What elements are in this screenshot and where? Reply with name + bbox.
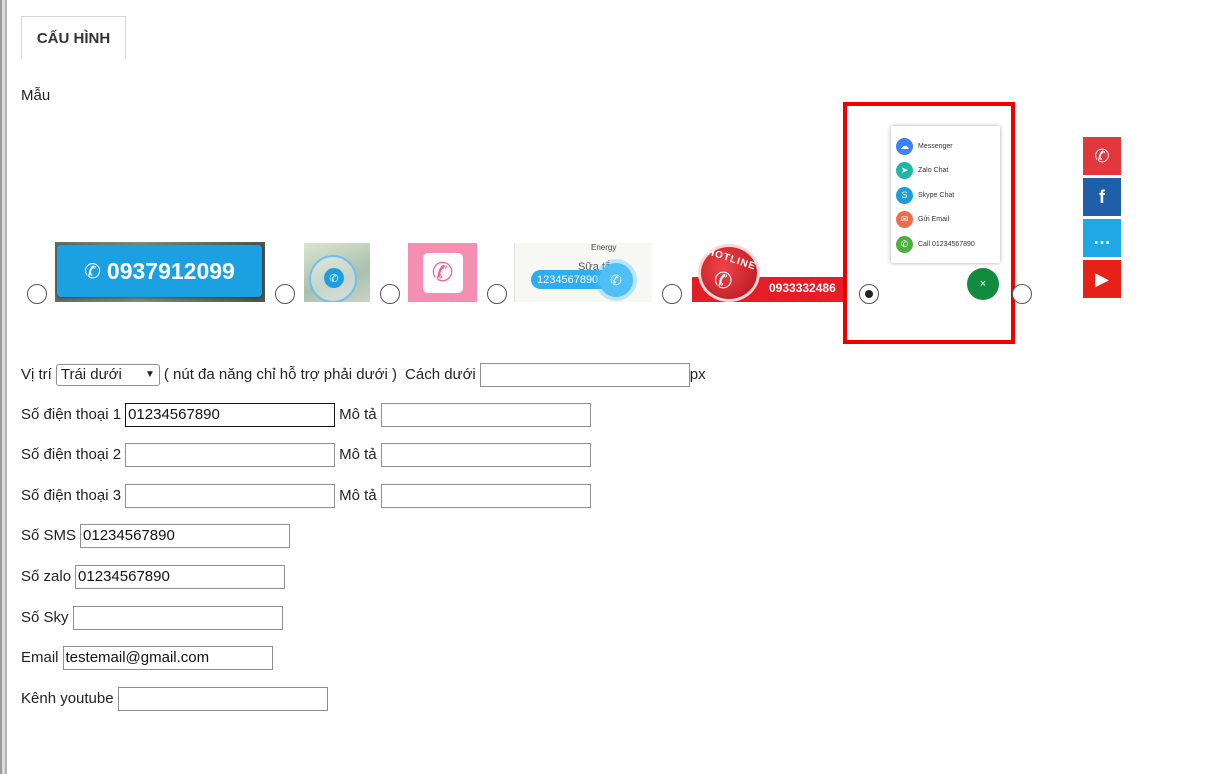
menu-label: Call 01234567890 (918, 240, 975, 248)
desc2-input[interactable] (380, 442, 591, 467)
phone2-label: Số điện thoại 2 (21, 446, 122, 463)
desc1-input[interactable] (380, 402, 591, 427)
hotline-number: 0933332486 (769, 281, 836, 295)
youtube-label: Kênh youtube (21, 690, 114, 707)
bottom-offset-unit: px (689, 366, 706, 383)
phone-icon: ✆ (714, 268, 733, 293)
template-1-phone: 0937912099 (106, 257, 235, 284)
phone2-row: Số điện thoại 2 Mô tả (21, 442, 591, 467)
phone3-input[interactable] (125, 483, 336, 508)
zalo-row: Số zalo (21, 564, 286, 589)
youtube-icon: ▶ (1083, 260, 1121, 298)
template-preview-7: ✆ f … ▶ (1083, 137, 1121, 301)
position-label: Vị trí (21, 366, 52, 383)
tab-config[interactable]: CẤU HÌNH (21, 16, 126, 59)
send-icon: ➤ (896, 161, 913, 179)
menu-label: Messenger (918, 142, 953, 150)
chat-bubble-icon: … (1083, 219, 1121, 257)
phone-ringing-icon: ✆ (84, 260, 101, 283)
position-note: ( nút đa năng chỉ hỗ trợ phải dưới ) (163, 366, 398, 383)
menu-item-zalo: ➤ Zalo Chat (896, 160, 948, 180)
desc2-label: Mô tả (339, 446, 377, 463)
phone2-input[interactable] (125, 442, 336, 467)
phone1-row: Số điện thoại 1 Mô tả (21, 402, 591, 427)
template-radio-7[interactable] (1012, 284, 1032, 304)
phone3-label: Số điện thoại 3 (21, 487, 122, 504)
close-icon: × (967, 268, 999, 300)
desc3-input[interactable] (380, 483, 591, 508)
call-button-preview: ✆ 0937912099 (57, 245, 262, 297)
sky-row: Số Sky (21, 605, 283, 630)
email-input[interactable] (62, 645, 273, 670)
facebook-icon: f (1083, 178, 1121, 216)
email-row: Email (21, 645, 273, 670)
phone-icon: ✆ (422, 252, 463, 293)
whatsapp-icon: ✆ (324, 268, 344, 288)
menu-item-skype: S Skype Chat (896, 185, 954, 205)
sms-input[interactable] (80, 523, 291, 548)
brand-text: Energy (591, 243, 617, 252)
phone-icon: ✆ (1083, 137, 1121, 175)
youtube-input[interactable] (117, 686, 328, 711)
menu-item-messenger: ☁ Messenger (896, 136, 953, 156)
chevron-down-icon: ▼ (144, 369, 155, 380)
template-preview-5: 0933332486 HOTLINE ✆ (692, 244, 844, 302)
messenger-icon: ☁ (896, 137, 913, 155)
youtube-row: Kênh youtube (21, 686, 328, 711)
sky-label: Số Sky (21, 609, 69, 626)
mail-icon: ✉ (896, 210, 913, 228)
template-radio-5[interactable] (662, 284, 682, 304)
menu-item-email: ✉ Gửi Email (896, 209, 949, 229)
position-selected-value: Trái dưới (60, 366, 122, 383)
position-select[interactable]: Trái dưới ▼ (55, 363, 160, 386)
template-label: Mẫu (21, 87, 51, 104)
phone1-label: Số điện thoại 1 (21, 406, 122, 423)
template-preview-1: ✆ 0937912099 (55, 242, 265, 302)
sky-input[interactable] (72, 605, 283, 630)
desc1-label: Mô tả (339, 406, 377, 423)
template-radio-2[interactable] (275, 284, 295, 304)
template-preview-2: ✆ (304, 243, 370, 302)
whatsapp-icon: ✆ (599, 263, 633, 297)
template-preview-4: Energy Sữa tắm Energy 1234567890 ✆ (514, 243, 652, 302)
template-radio-1[interactable] (27, 284, 47, 304)
phone-icon: ✆ (896, 235, 913, 253)
menu-item-call: ✆ Call 01234567890 (896, 234, 975, 254)
window-left-edge (0, 0, 7, 774)
desc3-label: Mô tả (339, 487, 377, 504)
template-radio-4[interactable] (487, 284, 507, 304)
position-row: Vị trí Trái dưới ▼ ( nút đa năng chỉ hỗ … (21, 362, 706, 387)
skype-icon: S (896, 186, 913, 204)
template-radio-3[interactable] (380, 284, 400, 304)
template-preview-6-menu: ☁ Messenger ➤ Zalo Chat S Skype Chat ✉ G… (891, 126, 1000, 263)
bottom-offset-input[interactable] (479, 362, 690, 387)
email-label: Email (21, 649, 59, 666)
phone1-input[interactable] (125, 402, 336, 427)
sms-label: Số SMS (21, 527, 77, 544)
menu-label: Zalo Chat (918, 166, 949, 174)
zalo-input[interactable] (75, 564, 286, 589)
bottom-offset-label: Cách dưới (405, 366, 476, 383)
menu-label: Gửi Email (918, 215, 950, 223)
sms-row: Số SMS (21, 523, 291, 548)
menu-label: Skype Chat (918, 191, 955, 199)
template-preview-3: ✆ (408, 243, 477, 302)
phone3-row: Số điện thoại 3 Mô tả (21, 483, 591, 508)
zalo-label: Số zalo (21, 568, 72, 585)
